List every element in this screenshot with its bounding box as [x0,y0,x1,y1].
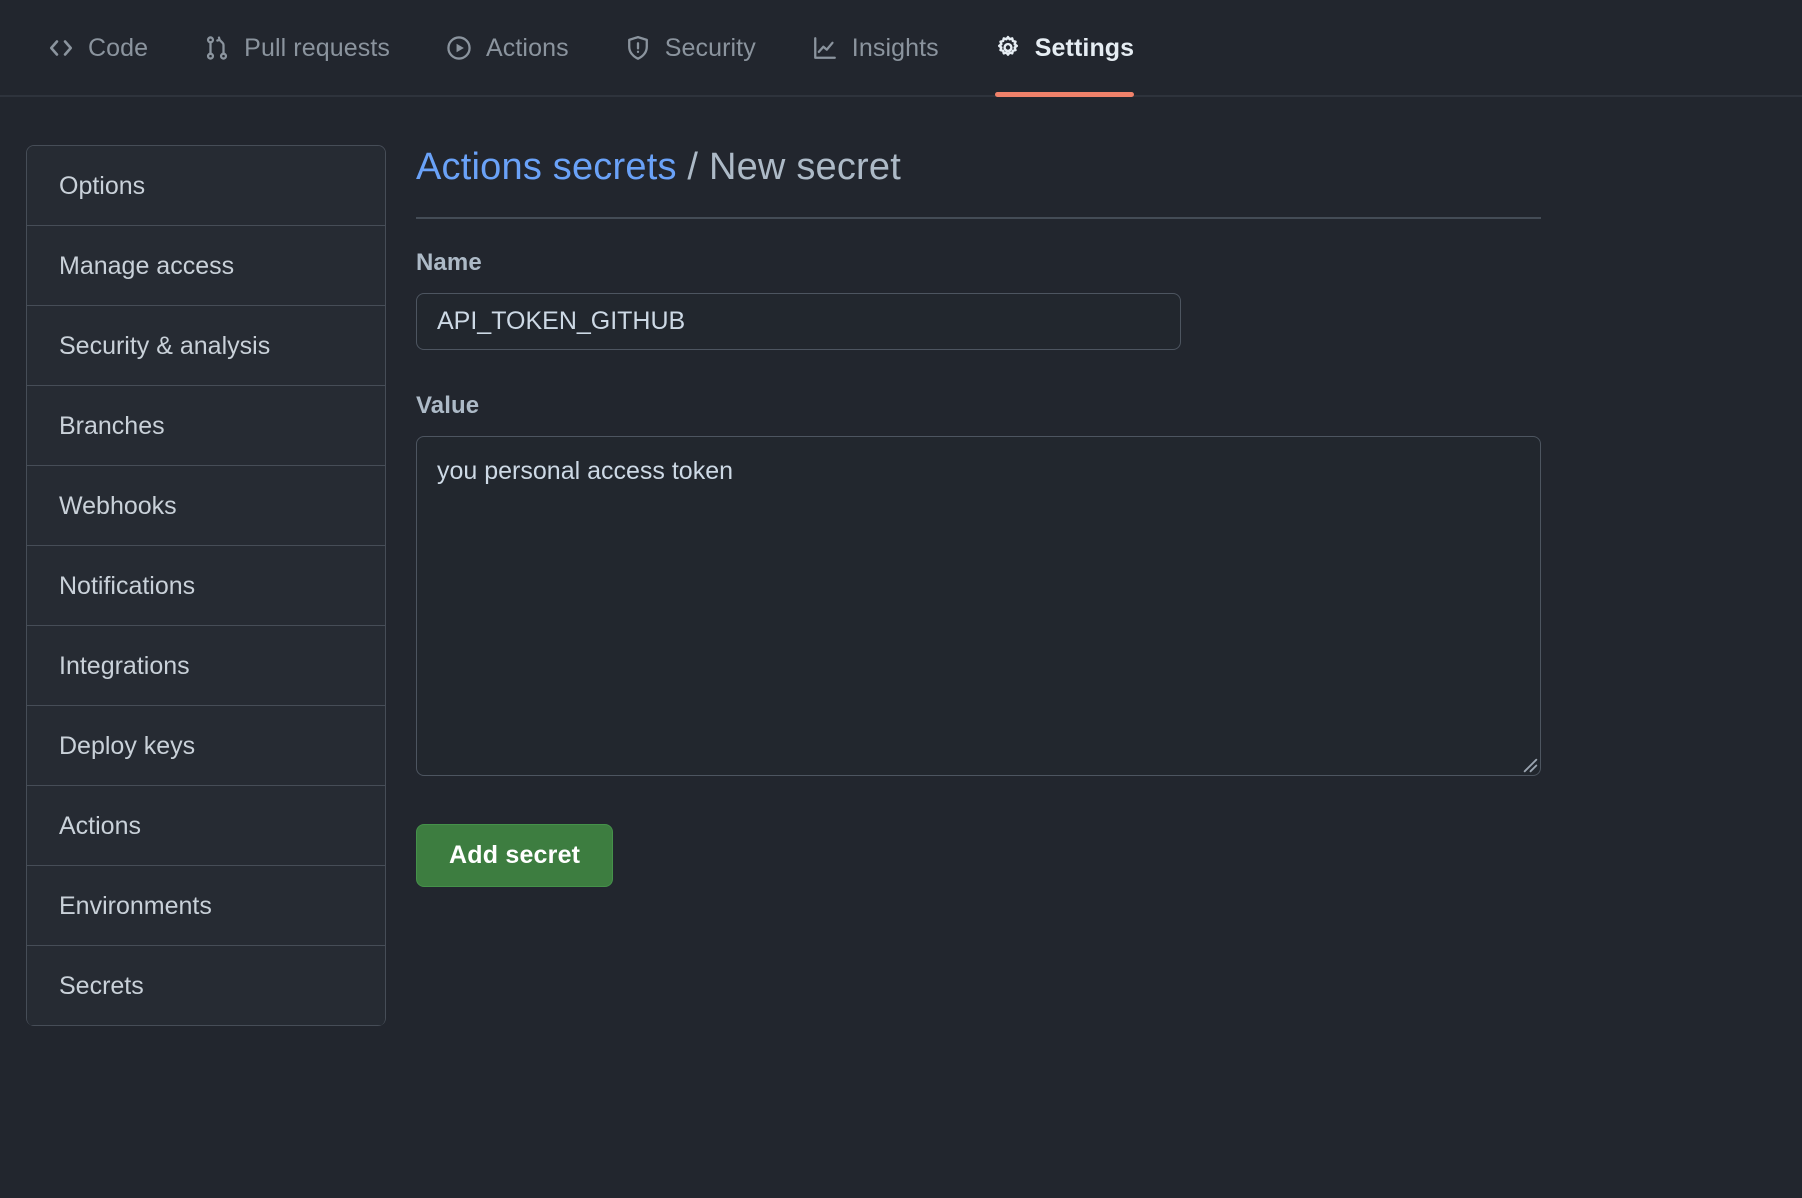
page-title: Actions secrets / New secret [416,145,1777,217]
graph-icon [812,35,838,61]
secret-value-textarea[interactable] [416,435,1541,776]
nav-tab-security-label: Security [664,34,756,62]
sidebar-item-security-analysis[interactable]: Security & analysis [27,306,385,386]
active-tab-underline [994,92,1135,97]
sidebar-item-actions[interactable]: Actions [27,786,385,866]
add-secret-button[interactable]: Add secret [416,823,614,887]
git-pull-request-icon [204,35,230,61]
nav-tab-settings[interactable]: Settings [994,0,1160,97]
sidebar-item-environments[interactable]: Environments [27,866,385,946]
repo-nav: Code Pull requests Actions Security Insi… [0,0,1802,97]
sidebar-item-secrets[interactable]: Secrets [27,946,385,1026]
value-field-block: Value [416,350,1777,776]
nav-tab-actions-label: Actions [486,34,569,62]
breadcrumb-current: New secret [708,146,901,188]
nav-tab-insights-label: Insights [851,34,939,62]
nav-tab-insights[interactable]: Insights [812,0,969,95]
sidebar-item-manage-access[interactable]: Manage access [27,226,385,306]
breadcrumb-separator: / [676,146,709,188]
nav-tab-security[interactable]: Security [625,0,786,95]
nav-tab-code[interactable]: Code [48,0,178,95]
page-body: Options Manage access Security & analysi… [0,97,1802,1026]
play-circle-icon [446,35,472,61]
repo-nav-list: Code Pull requests Actions Security Insi… [48,0,1160,97]
name-field-block: Name [416,219,1777,350]
sidebar-item-branches[interactable]: Branches [27,386,385,466]
value-field-label: Value [416,391,480,419]
sidebar-item-webhooks[interactable]: Webhooks [27,466,385,546]
form-actions: Add secret [416,776,1777,887]
settings-sidebar: Options Manage access Security & analysi… [26,145,386,1026]
name-field-label: Name [416,248,482,276]
nav-tab-settings-label: Settings [1034,34,1135,62]
nav-tab-actions[interactable]: Actions [446,0,599,95]
breadcrumb-link-actions-secrets[interactable]: Actions secrets [416,146,677,188]
gear-icon [995,35,1021,61]
code-icon [48,35,74,61]
main-content: Actions secrets / New secret Name Value … [386,145,1802,1026]
nav-tab-pull-requests-label: Pull requests [244,34,390,62]
sidebar-item-notifications[interactable]: Notifications [27,546,385,626]
sidebar-item-options[interactable]: Options [27,146,385,226]
sidebar-item-integrations[interactable]: Integrations [27,626,385,706]
shield-alert-icon [625,35,651,61]
nav-tab-pull-requests[interactable]: Pull requests [204,0,420,95]
secret-name-input[interactable] [416,292,1181,350]
sidebar-item-deploy-keys[interactable]: Deploy keys [27,706,385,786]
nav-tab-code-label: Code [88,34,149,62]
secret-value-wrapper [416,435,1541,776]
